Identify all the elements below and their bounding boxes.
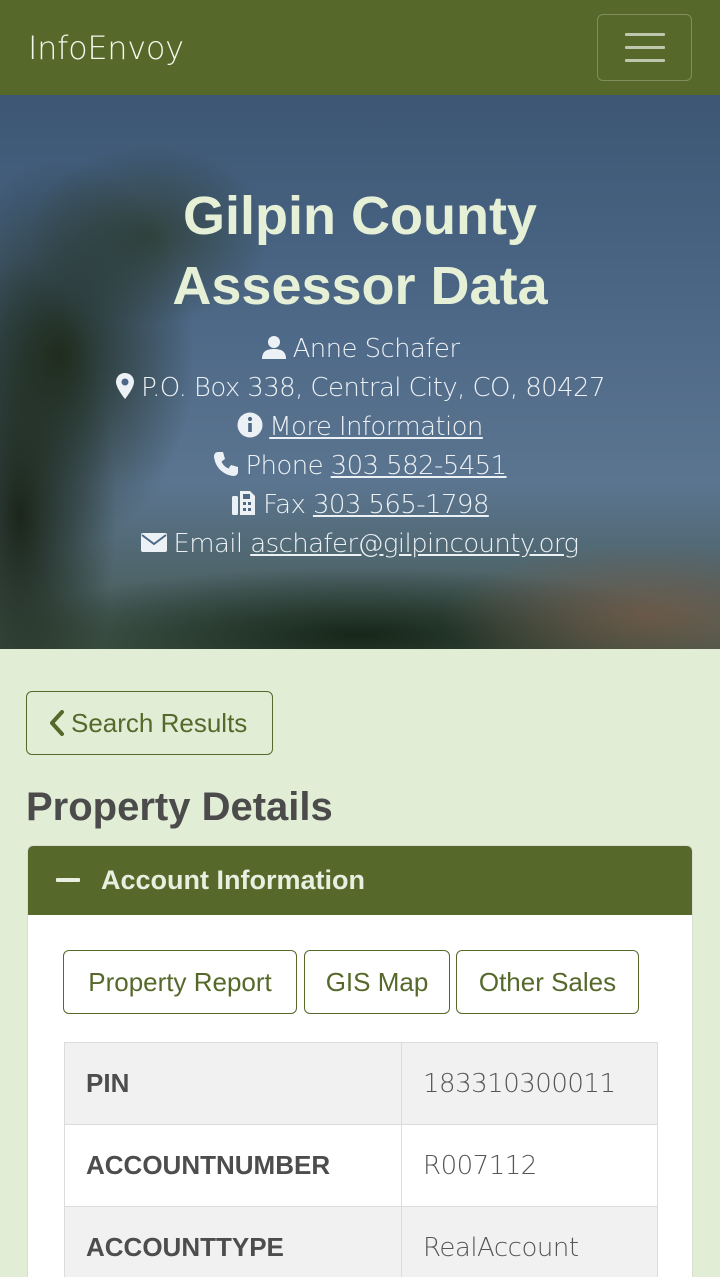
account-information-title: Account Information bbox=[101, 865, 365, 895]
menu-toggle-button[interactable] bbox=[597, 14, 692, 81]
chevron-left-icon bbox=[50, 710, 64, 736]
user-icon bbox=[261, 336, 286, 359]
page-title: Gilpin County Assessor Data bbox=[0, 181, 720, 321]
fax-line: Fax 303 565-1798 bbox=[0, 487, 720, 523]
hamburger-icon-bar bbox=[625, 46, 665, 49]
table-row: ACCOUNTTYPE RealAccount bbox=[64, 1206, 658, 1277]
table-row: ACCOUNTNUMBER R007112 bbox=[64, 1124, 658, 1207]
envelope-icon bbox=[141, 533, 168, 552]
hamburger-icon-bar bbox=[625, 59, 665, 62]
table-value: R007112 bbox=[401, 1124, 658, 1207]
phone-link[interactable]: 303 582-5451 bbox=[331, 451, 507, 481]
account-table: PIN 183310300011 ACCOUNTNUMBER R007112 A… bbox=[64, 1042, 658, 1277]
table-key: ACCOUNTNUMBER bbox=[64, 1124, 402, 1207]
page-title-line1: Gilpin County bbox=[183, 186, 537, 246]
address-line: P.O. Box 338, Central City, CO, 80427 bbox=[0, 370, 720, 406]
contact-name-line: Anne Schafer bbox=[0, 331, 720, 367]
page-title-line2: Assessor Data bbox=[172, 256, 548, 316]
hamburger-icon bbox=[625, 33, 665, 36]
phone-icon bbox=[214, 452, 239, 476]
collapse-minus-icon bbox=[56, 878, 80, 882]
address-text: P.O. Box 338, Central City, CO, 80427 bbox=[141, 373, 605, 403]
search-results-label: Search Results bbox=[71, 708, 248, 738]
email-line: Email aschafer@gilpincounty.org bbox=[0, 526, 720, 562]
other-sales-button[interactable]: Other Sales bbox=[456, 950, 639, 1014]
more-information-link[interactable]: More Information bbox=[269, 412, 483, 442]
info-circle-icon bbox=[237, 412, 263, 438]
table-key: PIN bbox=[64, 1042, 402, 1125]
more-info-line: More Information bbox=[0, 409, 720, 445]
gis-map-button[interactable]: GIS Map bbox=[304, 950, 450, 1014]
fax-icon bbox=[232, 491, 256, 515]
email-label: Email bbox=[173, 529, 243, 559]
section-title: Property Details bbox=[26, 785, 333, 829]
table-row: PIN 183310300011 bbox=[64, 1042, 658, 1125]
account-information-header[interactable]: Account Information bbox=[28, 846, 692, 915]
account-information-card: Account Information Property Report GIS … bbox=[27, 845, 693, 1277]
property-report-button[interactable]: Property Report bbox=[63, 950, 297, 1014]
map-marker-icon bbox=[116, 373, 135, 399]
table-value: RealAccount bbox=[401, 1206, 658, 1277]
table-value: 183310300011 bbox=[401, 1042, 658, 1125]
fax-label: Fax bbox=[263, 490, 306, 520]
email-link[interactable]: aschafer@gilpincounty.org bbox=[250, 529, 579, 559]
phone-line: Phone 303 582-5451 bbox=[0, 448, 720, 484]
hero-banner: Gilpin County Assessor Data Anne Schafer… bbox=[0, 95, 720, 649]
fax-link[interactable]: 303 565-1798 bbox=[313, 490, 489, 520]
brand-logo-text[interactable]: InfoEnvoy bbox=[28, 28, 184, 68]
top-navbar: InfoEnvoy bbox=[0, 0, 720, 95]
table-key: ACCOUNTTYPE bbox=[64, 1206, 402, 1277]
search-results-back-button[interactable]: Search Results bbox=[26, 691, 273, 755]
phone-label: Phone bbox=[245, 451, 323, 481]
contact-name: Anne Schafer bbox=[292, 334, 460, 364]
